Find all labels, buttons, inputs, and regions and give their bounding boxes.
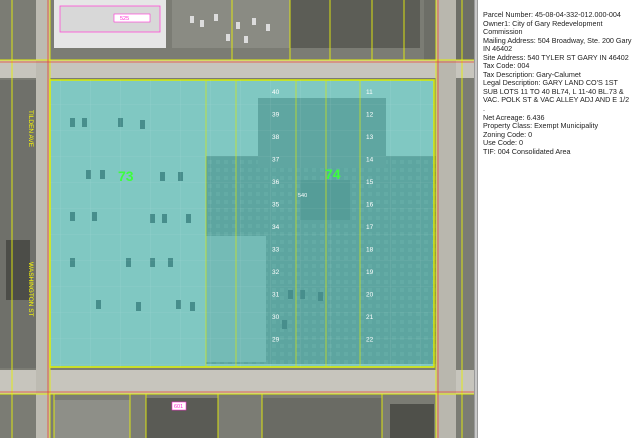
- lot-number: 30: [272, 314, 280, 321]
- lot-number: 40: [272, 89, 280, 96]
- address-label-525: 525: [120, 16, 129, 22]
- lot-number: 17: [366, 224, 374, 231]
- lot-number: 34: [272, 224, 280, 231]
- road-south: [0, 370, 474, 394]
- lot-number: 38: [272, 134, 280, 141]
- lot-number: 35: [272, 202, 280, 209]
- block-label-74: 74: [325, 166, 341, 182]
- parcel-viewer: TILDEN AVE WASHINGTON ST 73 74 540 525 6…: [0, 0, 637, 438]
- street-label-washington: WASHINGTON ST: [27, 262, 34, 317]
- field-owner: Owner1City of Gary Redevelopment Commiss…: [483, 19, 633, 37]
- lot-number: 39: [272, 112, 280, 119]
- road-east: [436, 0, 456, 438]
- block-label-73: 73: [118, 168, 134, 184]
- field-value: Exempt Municipality: [534, 121, 599, 131]
- field-legal-description: Legal DescriptionGARY LAND CO'S 1ST SUB …: [483, 78, 633, 113]
- top-right-buildings: [290, 0, 420, 48]
- aerial-map[interactable]: TILDEN AVE WASHINGTON ST 73 74 540 525 6…: [0, 0, 474, 438]
- lot-number: 22: [366, 337, 374, 344]
- lot-number: 14: [366, 157, 374, 164]
- south-building-3: [262, 398, 382, 438]
- lot-number: 19: [366, 269, 374, 276]
- top-parking-lot: [172, 0, 290, 48]
- field-value: 0: [528, 129, 533, 139]
- lot-number: 37: [272, 157, 280, 164]
- south-building-1: [54, 400, 130, 438]
- field-mailing-address: Mailing Address504 Broadway, Ste. 200 Ga…: [483, 36, 633, 54]
- lot-number: 32: [272, 269, 280, 276]
- street-label-tilden: TILDEN AVE: [27, 110, 34, 148]
- road-north: [0, 60, 474, 78]
- lot-number: 21: [366, 314, 374, 321]
- address-label-540: 540: [298, 193, 307, 199]
- lot-number: 33: [272, 247, 280, 254]
- lot-number: 13: [366, 134, 374, 141]
- lot-number: 31: [272, 292, 280, 299]
- lot-number: 15: [366, 179, 374, 186]
- field-label: TIF: [483, 147, 498, 156]
- south-building-4: [390, 404, 434, 438]
- lot-number: 29: [272, 337, 280, 344]
- parcel-lot-grid: [50, 80, 434, 367]
- lot-number: 12: [366, 112, 374, 119]
- map-canvas[interactable]: TILDEN AVE WASHINGTON ST 73 74 540 525 6…: [0, 0, 474, 438]
- parcel-info-panel: Parcel Number45-08-04-332-012.000-004 Ow…: [478, 0, 637, 438]
- lot-number: 11: [366, 89, 373, 96]
- field-value: 004 Consolidated Area: [497, 146, 571, 156]
- address-label-601: 601: [174, 404, 183, 410]
- lot-number: 18: [366, 247, 374, 254]
- lot-number: 20: [366, 292, 374, 299]
- field-tif: TIF004 Consolidated Area: [483, 146, 633, 157]
- field-value: 540 TYLER ST GARY IN 46402: [527, 52, 629, 62]
- lot-number: 36: [272, 179, 280, 186]
- lot-number: 16: [366, 202, 374, 209]
- west-house-1: [6, 240, 30, 300]
